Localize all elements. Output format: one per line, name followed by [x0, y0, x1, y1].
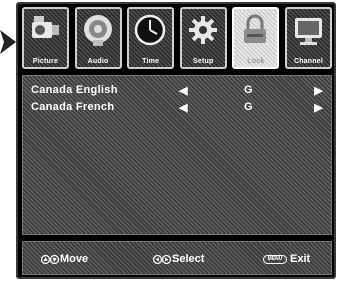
menu-row-canada-english[interactable]: Canada English ◀ G ▶ [31, 84, 323, 100]
tab-channel[interactable]: Channel [284, 7, 332, 69]
tab-label: Picture [32, 58, 59, 65]
menu-key-icon: MENU [263, 254, 287, 264]
up-down-keys-icon [41, 254, 59, 264]
tab-setup[interactable]: Setup [179, 7, 227, 69]
select-label: Select [172, 253, 205, 265]
speaker-icon [83, 15, 112, 46]
right-arrow-icon[interactable]: ▶ [314, 84, 323, 97]
left-right-keys-icon [153, 254, 171, 264]
camcorder-icon [32, 16, 59, 38]
gear-icon [188, 16, 217, 44]
tab-audio[interactable]: Audio [74, 7, 122, 69]
menu-row-canada-french[interactable]: Canada French ◀ G ▶ [31, 101, 323, 117]
pointer-arrow-icon [0, 30, 16, 54]
lock-settings-panel: Canada English ◀ G ▶ Canada French ◀ G ▶ [22, 75, 332, 235]
tab-label: Audio [87, 58, 109, 65]
clock-icon [134, 14, 166, 46]
setting-label: Canada English [31, 84, 118, 96]
tv-osd-menu: Picture Audio Time Setup Lock Channel Ca… [16, 2, 336, 279]
tab-label: Time [142, 58, 160, 65]
padlock-icon [244, 14, 267, 43]
exit-hint: MENU Exit [263, 253, 310, 265]
setting-value: G [244, 84, 253, 96]
setting-value: G [244, 101, 253, 113]
tab-lock[interactable]: Lock [232, 7, 280, 69]
tab-picture[interactable]: Picture [22, 7, 69, 69]
tv-icon [294, 18, 322, 45]
right-arrow-icon[interactable]: ▶ [314, 101, 323, 114]
move-hint: Move [41, 253, 88, 265]
tab-label: Channel [293, 58, 323, 65]
tab-label: Lock [247, 58, 265, 65]
left-arrow-icon[interactable]: ◀ [179, 84, 188, 97]
key-hint-bar: Move Select MENU Exit [22, 241, 332, 275]
tab-label: Setup [193, 58, 214, 65]
move-label: Move [60, 253, 89, 265]
select-hint: Select [153, 253, 204, 265]
left-arrow-icon[interactable]: ◀ [179, 101, 188, 114]
exit-label: Exit [290, 253, 311, 265]
tab-time[interactable]: Time [127, 7, 175, 69]
setting-label: Canada French [31, 101, 115, 113]
menu-tab-bar: Picture Audio Time Setup Lock Channel [22, 7, 332, 72]
